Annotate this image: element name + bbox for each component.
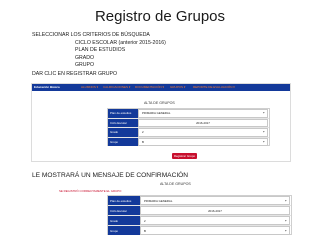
section-title: ALTA DE GRUPOS: [144, 101, 175, 105]
criteria-item: PLAN DE ESTUDIOS: [75, 47, 126, 53]
form-row-grupo: Grupo B ▼: [108, 137, 269, 146]
chevron-down-icon: ▼: [284, 229, 287, 232]
ciclo-field: 2016-2017: [138, 118, 268, 127]
nav-bar: Educación Básica ALUMNOS ▾ CALIFICACIONE…: [32, 84, 290, 91]
app-screenshot: Educación Básica ALUMNOS ▾ CALIFICACIONE…: [31, 83, 291, 162]
nav-item-alumnos[interactable]: ALUMNOS ▾: [81, 85, 98, 89]
chevron-down-icon: ▼: [284, 219, 287, 222]
registrar-grupo-button[interactable]: Registrar Grupo: [172, 153, 197, 159]
form-row-grado: Grado 2 ▼: [108, 128, 269, 138]
nav-item-reporte[interactable]: REPORTE DE EVALUACIÓN ▾: [193, 85, 235, 89]
select-value: PRIMARIA GENERAL: [144, 198, 173, 203]
action-instruction: DAR CLIC EN REGISTRAR GRUPO: [32, 71, 118, 77]
field-label: Ciclo Escolar: [108, 118, 138, 127]
grado-select[interactable]: 2 ▼: [140, 216, 290, 225]
grupo-select[interactable]: B ▼: [138, 137, 268, 146]
field-value: 2016-2017: [208, 208, 222, 213]
grupo-select[interactable]: B ▼: [140, 226, 290, 235]
nav-item-documentacion[interactable]: DOCUMENTACIÓN ▾: [135, 85, 164, 89]
confirmation-message: LE MOSTRARÁ UN MENSAJE DE CONFIRMACIÓN: [32, 172, 189, 179]
select-value: 2: [144, 218, 146, 223]
form-row-ciclo: Ciclo Escolar 2016-2017: [108, 118, 269, 128]
page-title: Registro de Grupos: [94, 8, 226, 25]
chevron-down-icon: ▼: [284, 199, 287, 202]
form-row-plan: Plan de estudios PRIMARIA GENERAL ▼: [108, 109, 269, 119]
grado-select[interactable]: 2 ▼: [138, 128, 268, 137]
plan-select[interactable]: PRIMARIA GENERAL ▼: [138, 109, 268, 118]
brand-label: Educación Básica: [34, 85, 60, 89]
form-row-plan: Plan de estudios PRIMARIA GENERAL ▼: [108, 196, 291, 206]
field-label: Grupo: [108, 137, 138, 146]
field-label: Grupo: [108, 226, 140, 235]
chevron-down-icon: ▼: [262, 111, 265, 115]
field-label: Plan de estudios: [108, 109, 138, 118]
criteria-item: GRUPO: [75, 62, 95, 68]
field-label: Grado: [108, 128, 138, 137]
chevron-down-icon: ▼: [262, 140, 265, 144]
ciclo-field: 2016-2017: [140, 206, 290, 215]
nav-item-calificaciones[interactable]: CALIFICACIONES ▾: [103, 85, 130, 89]
alta-grupos-form: Plan de estudios PRIMARIA GENERAL ▼ Ciclo…: [107, 108, 270, 146]
select-value: B: [142, 139, 144, 144]
select-value: 2: [142, 130, 144, 135]
nav-item-grupos[interactable]: GRUPOS ▾: [170, 85, 185, 89]
select-value: PRIMARIA GENERAL: [142, 111, 171, 116]
field-label: Plan de estudios: [108, 196, 140, 205]
select-value: B: [144, 228, 146, 233]
success-message: SE REGISTRÓ CORRECTAMENTE EL GRUPO: [59, 189, 122, 193]
form-row-grado: Grado 2 ▼: [108, 216, 291, 226]
field-value: 2016-2017: [196, 120, 210, 125]
field-label: Ciclo Escolar: [108, 206, 140, 215]
criteria-item: GRADO: [75, 54, 95, 61]
field-label: Grado: [108, 216, 140, 225]
plan-select[interactable]: PRIMARIA GENERAL ▼: [140, 196, 290, 205]
form-row-ciclo: Ciclo Escolar 2016-2017: [108, 206, 291, 216]
form-row-grupo: Grupo B ▼: [108, 226, 291, 235]
section-title: ALTA DE GRUPOS: [160, 182, 191, 186]
criteria-item: CICLO ESCOLAR (anterior 2015-2016): [75, 39, 166, 46]
confirm-form: Plan de estudios PRIMARIA GENERAL ▼ Ciclo…: [107, 195, 292, 235]
chevron-down-icon: ▼: [262, 130, 265, 134]
instructions-heading: SELECCIONAR LOS CRITERIOS DE BÚSQUEDA: [32, 32, 150, 38]
